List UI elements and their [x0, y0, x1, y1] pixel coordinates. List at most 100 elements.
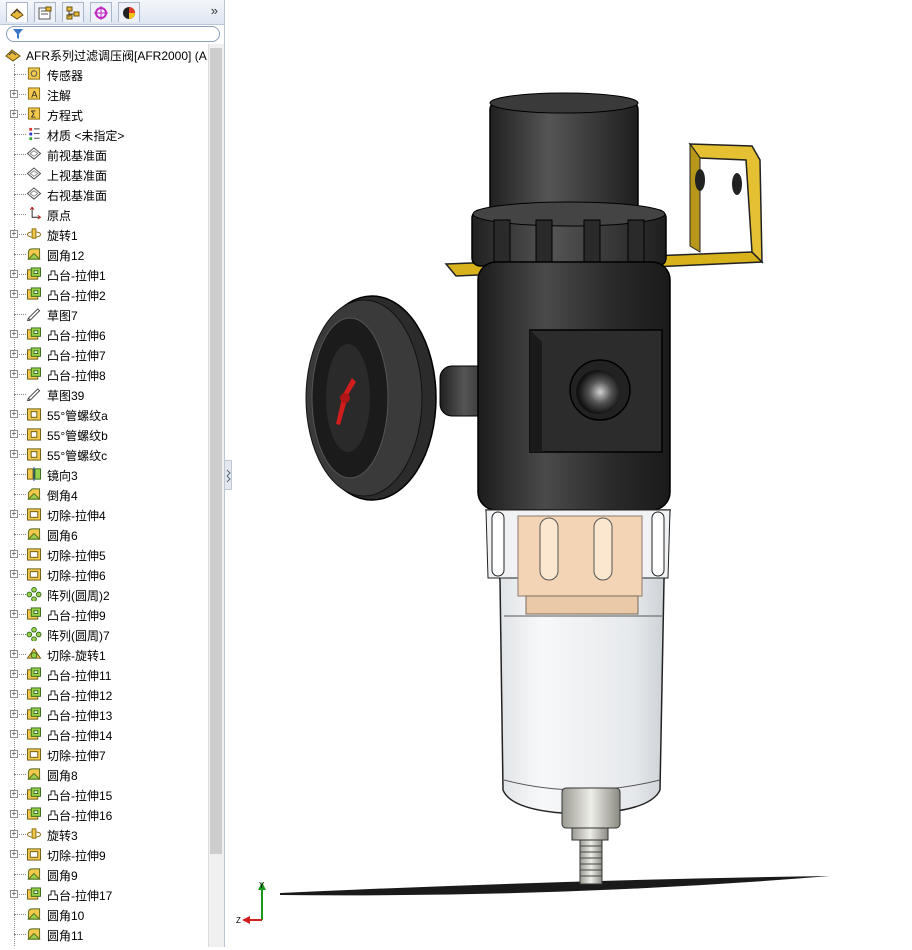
expand-toggle[interactable]: +	[10, 650, 18, 658]
expand-toggle[interactable]: +	[10, 670, 18, 678]
tree-item[interactable]: +55°管螺纹a	[0, 404, 208, 424]
regulator-body[interactable]	[477, 261, 671, 511]
display-manager-tab[interactable]	[118, 2, 140, 22]
tree-item[interactable]: 阵列(圆周)7	[0, 624, 208, 644]
tree-item[interactable]: + 切除-拉伸6	[0, 564, 208, 584]
tree-item[interactable]: + 切除-旋转1	[0, 644, 208, 664]
tree-scrollbar-thumb[interactable]	[210, 48, 222, 854]
tree-item[interactable]: + 凸台-拉伸9	[0, 604, 208, 624]
tree-item[interactable]: 右视基准面	[0, 184, 208, 204]
expand-toggle[interactable]: +	[10, 570, 18, 578]
tree-item[interactable]: + 切除-拉伸5	[0, 544, 208, 564]
expand-toggle[interactable]: +	[10, 430, 18, 438]
tree-item[interactable]: 倒角4	[0, 484, 208, 504]
configurationmanager-tab[interactable]	[62, 2, 84, 22]
tree-item-label: 凸台-拉伸12	[47, 689, 113, 703]
configuration-manager-icon	[66, 6, 80, 19]
tree-item[interactable]: 草图7	[0, 304, 208, 324]
tree-item[interactable]: + 凸台-拉伸8	[0, 364, 208, 384]
feature-filter-input[interactable]	[6, 26, 220, 42]
regulator-knob[interactable]	[471, 92, 667, 267]
expand-toggle[interactable]: +	[10, 370, 18, 378]
tree-item[interactable]: + 切除-拉伸7	[0, 744, 208, 764]
expand-toggle[interactable]: +	[10, 450, 18, 458]
tree-item[interactable]: + 切除-拉伸4	[0, 504, 208, 524]
tree-item[interactable]: + 凸台-拉伸13	[0, 704, 208, 724]
tree-item[interactable]: 镜向3	[0, 464, 208, 484]
tree-item[interactable]: + 切除-拉伸9	[0, 844, 208, 864]
tree-item[interactable]: + A 注解	[0, 84, 208, 104]
tree-item[interactable]: 材质 <未指定>	[0, 124, 208, 144]
boss-extrude-icon	[26, 887, 41, 900]
tree-item-label: 阵列(圆周)7	[47, 629, 110, 643]
tree-item-label: 圆角12	[47, 249, 85, 263]
tree-item[interactable]: +55°管螺纹c	[0, 444, 208, 464]
expand-toggle[interactable]: +	[10, 690, 18, 698]
tree-connector	[14, 534, 26, 535]
filter-regulator-model[interactable]	[232, 0, 912, 947]
expand-toggle[interactable]: +	[10, 810, 18, 818]
tree-item[interactable]: 圆角11	[0, 924, 208, 944]
expand-toggle[interactable]: +	[10, 610, 18, 618]
expand-toggle[interactable]: +	[10, 790, 18, 798]
filter-bowl[interactable]	[485, 509, 671, 815]
tree-item[interactable]: + 旋转3	[0, 824, 208, 844]
drain-valve[interactable]	[561, 787, 621, 885]
tree-item[interactable]: + 凸台-拉伸16	[0, 804, 208, 824]
tree-item[interactable]: 圆角8	[0, 764, 208, 784]
tree-item[interactable]: + 凸台-拉伸14	[0, 724, 208, 744]
expand-toggle[interactable]: +	[10, 730, 18, 738]
mirror-icon	[27, 467, 41, 481]
tree-item[interactable]: + 凸台-拉伸6	[0, 324, 208, 344]
tree-item[interactable]: + 凸台-拉伸2	[0, 284, 208, 304]
svg-text:Σ: Σ	[30, 109, 36, 120]
expand-toggle[interactable]: +	[10, 510, 18, 518]
tree-item[interactable]: 圆角12	[0, 244, 208, 264]
tree-connector	[14, 74, 26, 75]
tree-item[interactable]: + 凸台-拉伸12	[0, 684, 208, 704]
expand-toggle[interactable]: +	[10, 110, 18, 118]
tree-item[interactable]: 原点	[0, 204, 208, 224]
tree-item[interactable]: + 凸台-拉伸15	[0, 784, 208, 804]
expand-toggle[interactable]: +	[10, 230, 18, 238]
tree-item[interactable]: +55°管螺纹b	[0, 424, 208, 444]
graphics-viewport[interactable]	[232, 0, 912, 947]
tree-item[interactable]: 草图39	[0, 384, 208, 404]
expand-toggle[interactable]: +	[10, 850, 18, 858]
tree-item[interactable]: + 旋转1	[0, 224, 208, 244]
tree-item[interactable]: 上视基准面	[0, 164, 208, 184]
propertymanager-tab[interactable]	[34, 2, 56, 22]
expand-toggle[interactable]: +	[10, 330, 18, 338]
expand-toggle[interactable]: +	[10, 90, 18, 98]
expand-toggle[interactable]: +	[10, 550, 18, 558]
tree-item[interactable]: + 凸台-拉伸17	[0, 884, 208, 904]
featuremanager-tab[interactable]	[6, 2, 28, 22]
expand-toggle[interactable]: +	[10, 410, 18, 418]
tree-item-label: 凸台-拉伸7	[47, 349, 106, 363]
tree-item[interactable]: + 凸台-拉伸1	[0, 264, 208, 284]
tree-item[interactable]: 圆角9	[0, 864, 208, 884]
dimxpert-tab[interactable]	[90, 2, 112, 22]
tree-root-part[interactable]: AFR系列过滤调压阀[AFR2000] (A	[4, 46, 207, 64]
panel-splitter-handle[interactable]	[224, 460, 232, 490]
tree-item[interactable]: 阵列(圆周)2	[0, 584, 208, 604]
tree-item[interactable]: 圆角10	[0, 904, 208, 924]
tree-item[interactable]: + 凸台-拉伸7	[0, 344, 208, 364]
expand-toggle[interactable]: +	[10, 750, 18, 758]
expand-toggle[interactable]: +	[10, 290, 18, 298]
tree-item[interactable]: 圆角6	[0, 524, 208, 544]
tree-item[interactable]: 前视基准面	[0, 144, 208, 164]
tree-item[interactable]: 传感器	[0, 64, 208, 84]
expand-toggle[interactable]: +	[10, 830, 18, 838]
tree-item-label: 55°管螺纹b	[47, 429, 108, 443]
expand-toggle[interactable]: +	[10, 890, 18, 898]
chamfer-icon	[27, 488, 41, 500]
expand-toggle[interactable]: +	[10, 270, 18, 278]
more-tabs-chevron[interactable]: »	[211, 3, 218, 18]
tree-item[interactable]: + 凸台-拉伸11	[0, 664, 208, 684]
plane-icon	[26, 167, 42, 180]
pressure-gauge[interactable]	[305, 295, 501, 501]
tree-item[interactable]: + Σ 方程式	[0, 104, 208, 124]
expand-toggle[interactable]: +	[10, 350, 18, 358]
expand-toggle[interactable]: +	[10, 710, 18, 718]
